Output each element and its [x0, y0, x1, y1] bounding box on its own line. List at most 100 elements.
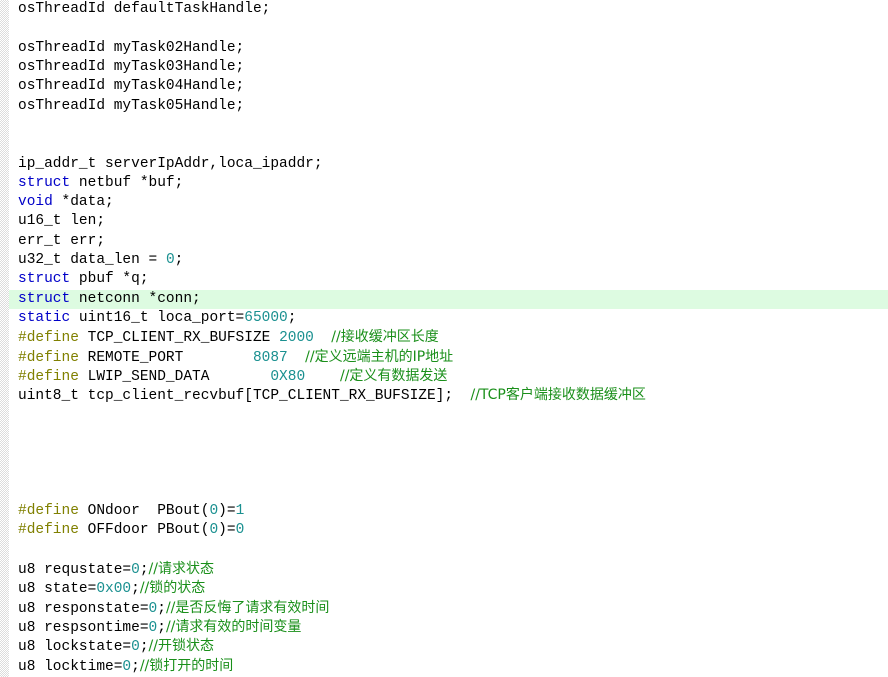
code-token-plain: )= — [218, 503, 236, 520]
code-line[interactable]: u8 respsontime=0;//请求有效的时间变量 — [0, 618, 888, 637]
code-token-cmt: //请求状态 — [148, 561, 214, 578]
code-token-cmt: //TCP客户端接收数据缓冲区 — [470, 387, 646, 404]
code-token-plain: REMOTE_PORT — [78, 349, 253, 366]
code-token-kw: static — [18, 310, 71, 326]
code-token-plain: *data; — [52, 194, 114, 211]
code-line-blank[interactable] — [0, 19, 888, 38]
code-line[interactable]: #define TCP_CLIENT_RX_BUFSIZE 2000 //接收缓… — [0, 328, 888, 347]
code-token-num: 0x00 — [96, 581, 132, 598]
code-line[interactable]: void *data; — [0, 193, 888, 212]
code-line[interactable]: osThreadId myTask02Handle; — [0, 39, 888, 58]
editor-change-gutter[interactable] — [0, 0, 9, 677]
code-token-cmt: //请求有效的时间变量 — [165, 619, 302, 635]
code-line[interactable]: u8 lockstate=0;//开锁状态 — [0, 637, 888, 656]
code-token-num: 0 — [209, 503, 219, 520]
code-token-plain: ip_addr_t serverIpAddr,loca_ipaddr; — [18, 155, 323, 172]
code-line[interactable]: u8 requstate=0;//请求状态 — [0, 560, 888, 579]
code-token-pp: #define — [18, 522, 79, 539]
code-line[interactable]: #define LWIP_SEND_DATA 0X80 //定义有数据发送 — [0, 367, 888, 386]
code-token-pp: #define — [18, 330, 79, 347]
code-token-plain: TCP_CLIENT_RX_BUFSIZE — [78, 330, 280, 347]
code-line-blank[interactable] — [0, 464, 888, 483]
code-line[interactable]: #define ONdoor PBout(0)=1 — [0, 502, 888, 521]
code-line[interactable]: struct netbuf *buf; — [0, 174, 888, 193]
code-token-pp: #define — [18, 349, 79, 366]
code-token-plain: u32_t data_len = — [18, 252, 166, 269]
code-token-plain: u8 lockstate= — [18, 639, 132, 656]
code-line[interactable]: osThreadId myTask05Handle; — [0, 97, 888, 116]
code-token-plain: osThreadId myTask03Handle; — [18, 58, 245, 75]
code-token-kw: struct — [18, 174, 71, 191]
code-token-num: 2000 — [279, 330, 314, 347]
code-token-cmt: //定义远端主机的IP地址 — [305, 348, 454, 365]
code-token-plain: err_t err; — [18, 232, 106, 249]
code-line[interactable]: u32_t data_len = 0; — [0, 251, 888, 270]
code-token-plain: ; — [174, 252, 184, 269]
code-token-plain: u8 responstate= — [18, 600, 149, 617]
code-text-area[interactable]: osThreadId defaultTaskHandle; osThreadId… — [0, 0, 888, 677]
code-token-num: 0 — [122, 658, 132, 675]
code-line[interactable]: u8 locktime=0;//锁打开的时间 — [0, 657, 888, 676]
code-line[interactable]: ip_addr_t serverIpAddr,loca_ipaddr; — [0, 155, 888, 174]
code-token-num: 8087 — [252, 349, 288, 366]
code-token-plain: ; — [139, 562, 149, 579]
code-token-num: 0 — [131, 562, 140, 579]
code-token-plain: ; — [157, 620, 166, 636]
code-token-plain: u8 locktime= — [18, 658, 123, 675]
code-line[interactable]: #define OFFdoor PBout(0)=0 — [0, 521, 888, 540]
code-token-cmt: //开锁状态 — [148, 638, 214, 655]
code-line-blank[interactable] — [0, 541, 888, 560]
code-token-plain: osThreadId myTask02Handle; — [18, 39, 245, 56]
code-token-num: 0 — [235, 522, 245, 539]
code-token-num: 65000 — [244, 310, 288, 326]
code-line[interactable]: #define REMOTE_PORT 8087 //定义远端主机的IP地址 — [0, 348, 888, 367]
code-token-pp: #define — [18, 368, 79, 385]
code-line-blank[interactable] — [0, 444, 888, 463]
code-token-num: 0X80 — [270, 368, 306, 385]
code-token-plain: osThreadId myTask05Handle; — [18, 97, 245, 114]
code-token-num: 0 — [148, 620, 158, 636]
code-line[interactable]: u8 responstate=0;//是否反悔了请求有效时间 — [0, 599, 888, 618]
code-token-plain: uint8_t tcp_client_recvbuf[TCP_CLIENT_RX… — [18, 388, 471, 405]
code-token-plain: OFFdoor PBout( — [78, 522, 210, 539]
code-token-cmt: //定义有数据发送 — [339, 367, 448, 384]
code-editor-window: osThreadId defaultTaskHandle; osThreadId… — [0, 0, 888, 677]
code-token-plain: uint16_t loca_port= — [70, 310, 245, 326]
code-line[interactable]: struct netconn *conn; — [0, 289, 888, 309]
code-token-plain: ONdoor PBout( — [78, 503, 210, 520]
code-token-num: 0 — [165, 252, 175, 269]
code-token-cmt: //锁的状态 — [139, 580, 206, 597]
code-token-plain: netconn *conn; — [70, 290, 201, 307]
code-token-cmt: //锁打开的时间 — [139, 657, 234, 674]
code-token-plain: ; — [157, 600, 166, 617]
code-token-num: 1 — [235, 503, 245, 520]
code-token-plain: osThreadId myTask04Handle; — [18, 78, 245, 95]
code-line[interactable]: uint8_t tcp_client_recvbuf[TCP_CLIENT_RX… — [0, 386, 888, 405]
code-token-plain: LWIP_SEND_DATA — [78, 368, 271, 385]
code-token-plain: netbuf *buf; — [70, 174, 184, 191]
code-token-plain: u8 respsontime= — [18, 620, 149, 636]
code-line[interactable]: osThreadId myTask03Handle; — [0, 58, 888, 77]
code-line-blank[interactable] — [0, 116, 888, 135]
code-line-blank[interactable] — [0, 135, 888, 154]
code-line[interactable]: err_t err; — [0, 232, 888, 251]
code-token-cmt: //接收缓冲区长度 — [331, 329, 439, 346]
code-token-num: 0 — [209, 522, 219, 539]
code-token-kw: void — [18, 194, 53, 211]
code-line[interactable]: osThreadId defaultTaskHandle; — [0, 0, 888, 19]
code-line[interactable]: u16_t len; — [0, 212, 888, 231]
code-line[interactable]: u8 state=0x00;//锁的状态 — [0, 579, 888, 598]
code-line[interactable]: struct pbuf *q; — [0, 270, 888, 289]
code-line[interactable]: osThreadId myTask04Handle; — [0, 77, 888, 96]
code-line-blank[interactable] — [0, 406, 888, 425]
code-line[interactable]: static uint16_t loca_port=65000; — [0, 309, 888, 328]
code-line-blank[interactable] — [0, 425, 888, 444]
code-token-plain: osThreadId defaultTaskHandle; — [18, 1, 271, 17]
code-token-plain: ; — [139, 639, 149, 656]
code-line-blank[interactable] — [0, 483, 888, 502]
code-token-kw: struct — [18, 290, 71, 307]
code-token-plain: u8 state= — [18, 581, 97, 598]
